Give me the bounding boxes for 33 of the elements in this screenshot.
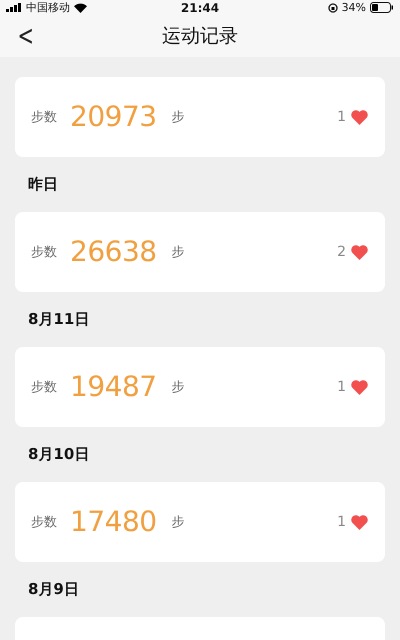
step-count: 17480 bbox=[70, 505, 158, 539]
date-heading: 8月10日 bbox=[28, 445, 90, 464]
heart-icon[interactable] bbox=[351, 380, 368, 394]
heart-icon[interactable] bbox=[351, 110, 368, 124]
battery-percent: 34% bbox=[342, 1, 366, 14]
step-count: 19487 bbox=[70, 370, 158, 404]
rotation-lock-icon bbox=[328, 2, 338, 12]
steps-label: 步数 bbox=[31, 514, 58, 531]
like-count: 2 bbox=[337, 244, 346, 260]
step-count: 20973 bbox=[70, 100, 158, 134]
carrier-name: 中国移动 bbox=[26, 0, 70, 15]
step-count: 26638 bbox=[70, 235, 158, 269]
like-count: 1 bbox=[337, 514, 346, 530]
steps-label: 步数 bbox=[31, 109, 58, 126]
steps-unit: 步 bbox=[172, 379, 186, 396]
like-count: 1 bbox=[337, 379, 346, 395]
date-heading: 昨日 bbox=[28, 175, 58, 194]
clock-time: 21:44 bbox=[180, 0, 220, 14]
page-title: 运动记录 bbox=[162, 24, 238, 49]
like-count: 1 bbox=[337, 109, 346, 125]
steps-label: 步数 bbox=[31, 379, 58, 396]
back-button[interactable]: < bbox=[14, 21, 37, 51]
steps-unit: 步 bbox=[172, 109, 186, 126]
battery-icon bbox=[370, 2, 394, 13]
heart-icon[interactable] bbox=[351, 514, 368, 530]
signal-icon bbox=[6, 3, 22, 12]
wifi-icon bbox=[74, 2, 87, 12]
date-heading: 8月11日 bbox=[28, 310, 90, 329]
steps-unit: 步 bbox=[172, 514, 186, 531]
steps-unit: 步 bbox=[172, 244, 186, 261]
date-heading: 8月9日 bbox=[28, 580, 79, 599]
heart-icon[interactable] bbox=[351, 244, 368, 260]
steps-label: 步数 bbox=[31, 244, 58, 261]
